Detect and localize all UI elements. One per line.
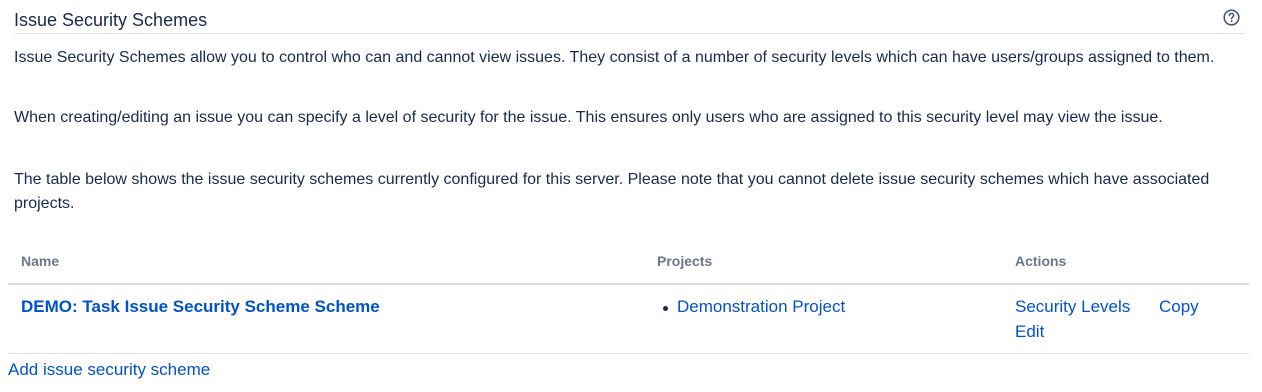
project-link-demonstration-project[interactable]: Demonstration Project [677, 295, 845, 319]
list-bullet [663, 306, 668, 311]
column-header-actions: Actions [1015, 253, 1067, 269]
question-circle-icon[interactable] [1223, 9, 1240, 26]
table-row: DEMO: Task Issue Security Scheme Scheme … [8, 285, 1250, 354]
description-paragraph-1: Issue Security Schemes allow you to cont… [14, 49, 1215, 66]
issue-security-schemes-page: Issue Security Schemes Issue Security Sc… [0, 0, 1262, 392]
add-issue-security-scheme-link[interactable]: Add issue security scheme [8, 358, 210, 382]
page-title: Issue Security Schemes [14, 10, 208, 30]
scheme-name-link[interactable]: DEMO: Task Issue Security Scheme Scheme [21, 295, 380, 319]
edit-link[interactable]: Edit [1015, 320, 1044, 344]
page-header: Issue Security Schemes [14, 6, 1244, 34]
copy-link[interactable]: Copy [1159, 295, 1199, 319]
column-header-projects: Projects [657, 253, 713, 269]
description-paragraph-2: When creating/editing an issue you can s… [14, 109, 1163, 126]
description-paragraph-3: The table below shows the issue security… [14, 171, 1210, 212]
security-levels-link[interactable]: Security Levels [1015, 295, 1130, 319]
column-header-name: Name [21, 253, 60, 269]
